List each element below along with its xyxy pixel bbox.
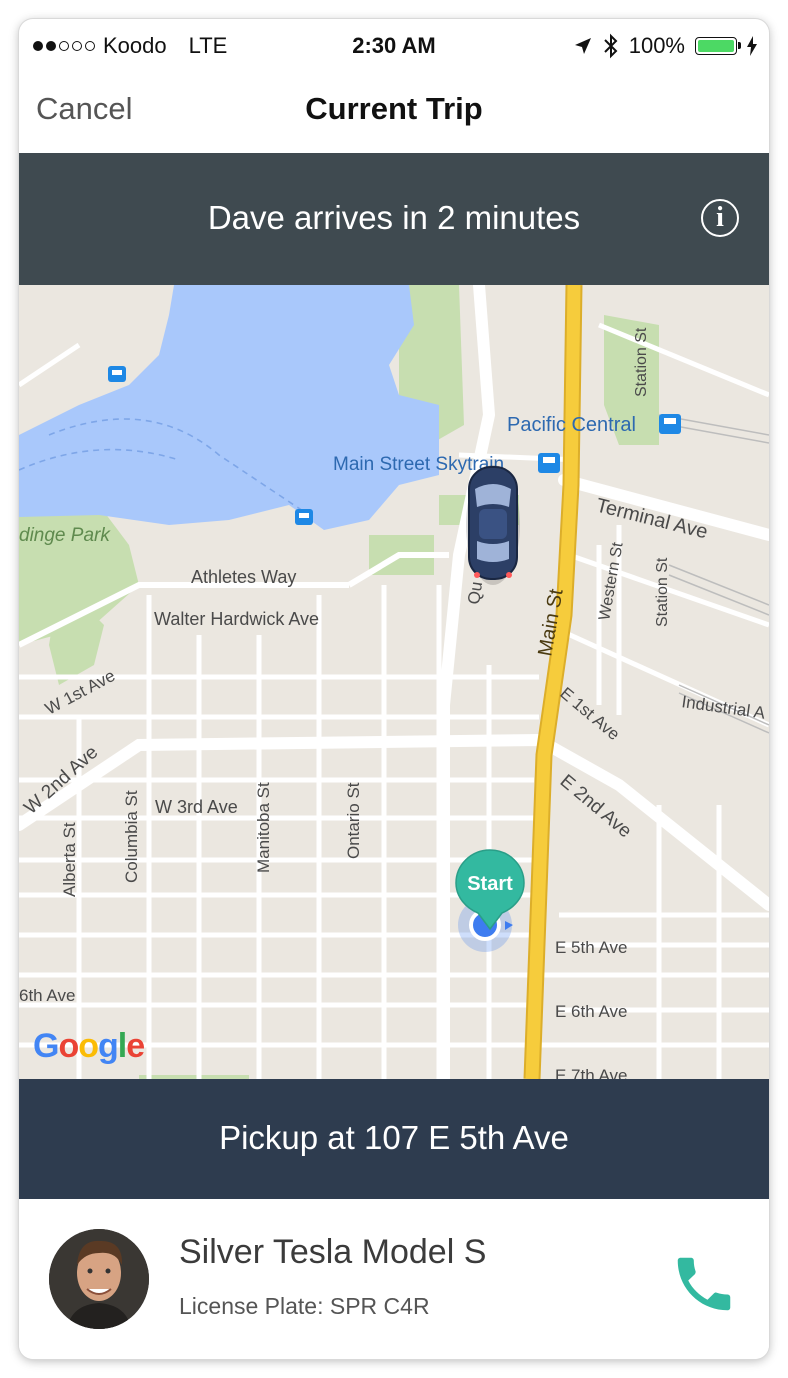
vehicle-name: Silver Tesla Model S xyxy=(179,1233,487,1271)
pickup-address: Pickup at 107 E 5th Ave xyxy=(219,1119,569,1156)
battery-icon xyxy=(695,37,741,55)
map-canvas[interactable]: dinge Park Athletes Way Walter Hardwick … xyxy=(19,285,769,1079)
pickup-banner: Pickup at 107 E 5th Ave xyxy=(19,1079,769,1199)
driver-car-marker xyxy=(466,465,520,585)
driver-panel: Silver Tesla Model S License Plate: SPR … xyxy=(19,1199,769,1359)
map-label-station-st-2: Station St xyxy=(654,557,671,627)
map-label-e-6th-ave: E 6th Ave xyxy=(555,1002,627,1021)
map-label-athletes-way: Athletes Way xyxy=(191,567,296,587)
charging-bolt-icon xyxy=(747,36,757,56)
info-icon[interactable]: i xyxy=(701,199,739,237)
location-arrow-icon xyxy=(574,38,591,54)
map-label-ontario-st: Ontario St xyxy=(344,782,363,859)
map-label-columbia-st: Columbia St xyxy=(122,790,141,883)
map-view[interactable]: dinge Park Athletes Way Walter Hardwick … xyxy=(19,285,769,1079)
google-logo: Google xyxy=(33,1027,145,1065)
map-label-station-st-1: Station St xyxy=(633,327,650,397)
license-plate: License Plate: SPR C4R xyxy=(179,1293,430,1319)
map-label-6th-ave: 6th Ave xyxy=(19,986,75,1005)
battery-percent: 100% xyxy=(628,33,685,58)
navigation-bar: Cancel Current Trip xyxy=(19,75,769,153)
page-title: Current Trip xyxy=(305,91,483,126)
eta-banner: Dave arrives in 2 minutes i xyxy=(19,153,769,285)
map-label-e-7th-ave: E 7th Ave xyxy=(555,1066,627,1079)
status-bar: Koodo LTE 2:30 AM 100% xyxy=(19,19,769,75)
map-label-alberta-st: Alberta St xyxy=(60,822,79,897)
map-label-walter-hardwick: Walter Hardwick Ave xyxy=(154,609,319,629)
start-pin-label: Start xyxy=(467,873,513,895)
phone-call-icon[interactable] xyxy=(669,1249,739,1319)
eta-text: Dave arrives in 2 minutes xyxy=(207,199,581,236)
map-label-e-5th-ave: E 5th Ave xyxy=(555,938,627,957)
bluetooth-icon xyxy=(604,33,618,59)
map-label-park: dinge Park xyxy=(19,525,111,546)
map-label-pacific-central: Pacific Central xyxy=(507,414,636,436)
driver-avatar xyxy=(49,1229,149,1329)
map-label-manitoba-st: Manitoba St xyxy=(254,782,273,873)
map-label-w-3rd-ave: W 3rd Ave xyxy=(155,797,238,817)
app-screen: Koodo LTE 2:30 AM 100% Cancel Current Tr… xyxy=(19,19,769,1359)
map-label-quebec: Qu xyxy=(464,580,486,605)
